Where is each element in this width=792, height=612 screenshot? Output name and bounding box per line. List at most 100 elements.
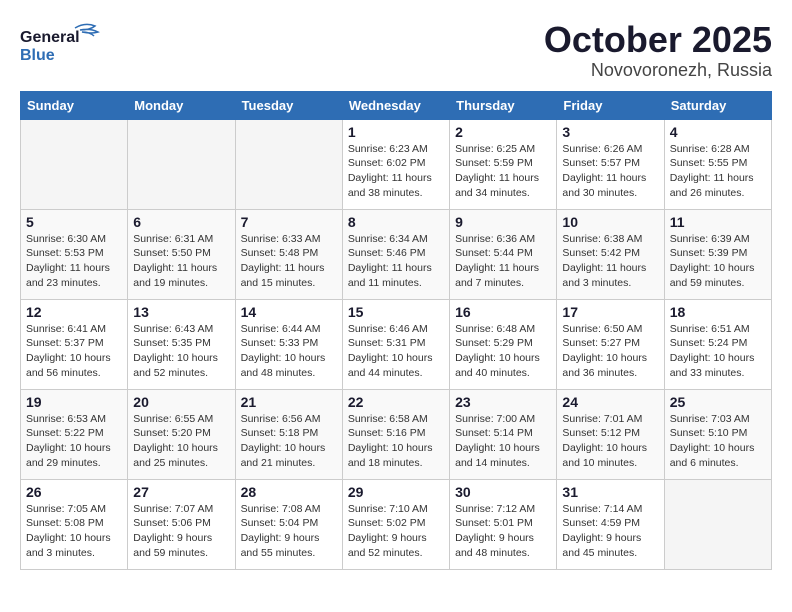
day-info: Sunrise: 6:44 AM Sunset: 5:33 PM Dayligh… <box>241 322 337 381</box>
calendar-cell: 26Sunrise: 7:05 AM Sunset: 5:08 PM Dayli… <box>21 479 128 569</box>
calendar-cell: 25 Sunrise: 7:03 AM Sunset: 5:10 PM Dayli… <box>664 389 771 479</box>
calendar-week-5: 26Sunrise: 7:05 AM Sunset: 5:08 PM Dayli… <box>21 479 772 569</box>
calendar-cell: 2 Sunrise: 6:25 AM Sunset: 5:59 PM Daylig… <box>450 119 557 209</box>
day-info: Sunrise: 7:00 AM Sunset: 5:14 PM Dayligh… <box>455 412 551 471</box>
calendar-cell: 6 Sunrise: 6:31 AM Sunset: 5:50 PM Daylig… <box>128 209 235 299</box>
day-number: 6 <box>133 214 229 230</box>
calendar-cell: 18 Sunrise: 6:51 AM Sunset: 5:24 PM Dayli… <box>664 299 771 389</box>
location-title: Novovoronezh, Russia <box>544 60 772 81</box>
day-info: Sunrise: 6:53 AM Sunset: 5:22 PM Dayligh… <box>26 412 122 471</box>
weekday-header-wednesday: Wednesday <box>342 91 449 119</box>
day-number: 10 <box>562 214 658 230</box>
day-number: 8 <box>348 214 444 230</box>
calendar-cell: 24 Sunrise: 7:01 AM Sunset: 5:12 PM Dayli… <box>557 389 664 479</box>
day-info: Sunrise: 6:50 AM Sunset: 5:27 PM Dayligh… <box>562 322 658 381</box>
calendar-cell: 21 Sunrise: 6:56 AM Sunset: 5:18 PM Dayli… <box>235 389 342 479</box>
day-info: Sunrise: 7:07 AM Sunset: 5:06 PM Dayligh… <box>133 502 229 561</box>
weekday-header-thursday: Thursday <box>450 91 557 119</box>
calendar-cell: 13 Sunrise: 6:43 AM Sunset: 5:35 PM Dayli… <box>128 299 235 389</box>
calendar-cell: 31Sunrise: 7:14 AM Sunset: 4:59 PM Dayli… <box>557 479 664 569</box>
calendar-week-2: 5 Sunrise: 6:30 AM Sunset: 5:53 PM Daylig… <box>21 209 772 299</box>
day-number: 31 <box>562 484 658 500</box>
day-number: 25 <box>670 394 766 410</box>
day-number: 26 <box>26 484 122 500</box>
logo-svg: General Blue <box>20 20 110 65</box>
day-info: Sunrise: 7:08 AM Sunset: 5:04 PM Dayligh… <box>241 502 337 561</box>
day-info: Sunrise: 6:39 AM Sunset: 5:39 PM Dayligh… <box>670 232 766 291</box>
day-info: Sunrise: 6:43 AM Sunset: 5:35 PM Dayligh… <box>133 322 229 381</box>
calendar-cell: 14 Sunrise: 6:44 AM Sunset: 5:33 PM Dayli… <box>235 299 342 389</box>
calendar-cell <box>664 479 771 569</box>
day-info: Sunrise: 6:31 AM Sunset: 5:50 PM Dayligh… <box>133 232 229 291</box>
page-header: General Blue October 2025 Novovoronezh, … <box>20 20 772 81</box>
day-number: 16 <box>455 304 551 320</box>
calendar-cell: 8Sunrise: 6:34 AM Sunset: 5:46 PM Daylig… <box>342 209 449 299</box>
day-info: Sunrise: 6:48 AM Sunset: 5:29 PM Dayligh… <box>455 322 551 381</box>
weekday-header-sunday: Sunday <box>21 91 128 119</box>
day-number: 18 <box>670 304 766 320</box>
calendar-cell: 28 Sunrise: 7:08 AM Sunset: 5:04 PM Dayli… <box>235 479 342 569</box>
calendar-cell: 20 Sunrise: 6:55 AM Sunset: 5:20 PM Dayli… <box>128 389 235 479</box>
calendar-cell <box>235 119 342 209</box>
calendar-table: SundayMondayTuesdayWednesdayThursdayFrid… <box>20 91 772 570</box>
day-info: Sunrise: 6:26 AM Sunset: 5:57 PM Dayligh… <box>562 142 658 201</box>
day-info: Sunrise: 6:38 AM Sunset: 5:42 PM Dayligh… <box>562 232 658 291</box>
day-number: 9 <box>455 214 551 230</box>
day-number: 1 <box>348 124 444 140</box>
day-number: 7 <box>241 214 337 230</box>
day-info: Sunrise: 6:56 AM Sunset: 5:18 PM Dayligh… <box>241 412 337 471</box>
day-info: Sunrise: 6:58 AM Sunset: 5:16 PM Dayligh… <box>348 412 444 471</box>
day-number: 23 <box>455 394 551 410</box>
calendar-cell <box>21 119 128 209</box>
day-number: 20 <box>133 394 229 410</box>
day-number: 29 <box>348 484 444 500</box>
day-number: 5 <box>26 214 122 230</box>
weekday-header-saturday: Saturday <box>664 91 771 119</box>
day-number: 21 <box>241 394 337 410</box>
svg-text:Blue: Blue <box>20 47 55 64</box>
calendar-cell: 7 Sunrise: 6:33 AM Sunset: 5:48 PM Daylig… <box>235 209 342 299</box>
day-info: Sunrise: 7:12 AM Sunset: 5:01 PM Dayligh… <box>455 502 551 561</box>
day-info: Sunrise: 6:23 AM Sunset: 6:02 PM Dayligh… <box>348 142 444 201</box>
day-number: 17 <box>562 304 658 320</box>
calendar-week-1: 1 Sunrise: 6:23 AM Sunset: 6:02 PM Daylig… <box>21 119 772 209</box>
day-number: 28 <box>241 484 337 500</box>
weekday-header-row: SundayMondayTuesdayWednesdayThursdayFrid… <box>21 91 772 119</box>
day-number: 4 <box>670 124 766 140</box>
day-info: Sunrise: 7:01 AM Sunset: 5:12 PM Dayligh… <box>562 412 658 471</box>
day-number: 27 <box>133 484 229 500</box>
calendar-cell: 4Sunrise: 6:28 AM Sunset: 5:55 PM Daylig… <box>664 119 771 209</box>
day-number: 15 <box>348 304 444 320</box>
day-number: 11 <box>670 214 766 230</box>
day-number: 24 <box>562 394 658 410</box>
calendar-cell: 9 Sunrise: 6:36 AM Sunset: 5:44 PM Daylig… <box>450 209 557 299</box>
day-info: Sunrise: 6:30 AM Sunset: 5:53 PM Dayligh… <box>26 232 122 291</box>
calendar-week-3: 12Sunrise: 6:41 AM Sunset: 5:37 PM Dayli… <box>21 299 772 389</box>
weekday-header-monday: Monday <box>128 91 235 119</box>
calendar-cell: 27 Sunrise: 7:07 AM Sunset: 5:06 PM Dayli… <box>128 479 235 569</box>
month-title: October 2025 <box>544 20 772 60</box>
calendar-cell: 23 Sunrise: 7:00 AM Sunset: 5:14 PM Dayli… <box>450 389 557 479</box>
day-info: Sunrise: 6:41 AM Sunset: 5:37 PM Dayligh… <box>26 322 122 381</box>
weekday-header-friday: Friday <box>557 91 664 119</box>
day-info: Sunrise: 6:55 AM Sunset: 5:20 PM Dayligh… <box>133 412 229 471</box>
day-number: 19 <box>26 394 122 410</box>
day-number: 3 <box>562 124 658 140</box>
calendar-cell: 5 Sunrise: 6:30 AM Sunset: 5:53 PM Daylig… <box>21 209 128 299</box>
calendar-cell: 10 Sunrise: 6:38 AM Sunset: 5:42 PM Dayli… <box>557 209 664 299</box>
day-number: 14 <box>241 304 337 320</box>
day-info: Sunrise: 6:25 AM Sunset: 5:59 PM Dayligh… <box>455 142 551 201</box>
weekday-header-tuesday: Tuesday <box>235 91 342 119</box>
logo: General Blue <box>20 20 110 65</box>
day-info: Sunrise: 7:03 AM Sunset: 5:10 PM Dayligh… <box>670 412 766 471</box>
day-info: Sunrise: 6:33 AM Sunset: 5:48 PM Dayligh… <box>241 232 337 291</box>
day-info: Sunrise: 6:36 AM Sunset: 5:44 PM Dayligh… <box>455 232 551 291</box>
calendar-week-4: 19 Sunrise: 6:53 AM Sunset: 5:22 PM Dayli… <box>21 389 772 479</box>
title-block: October 2025 Novovoronezh, Russia <box>544 20 772 81</box>
day-number: 13 <box>133 304 229 320</box>
calendar-cell: 29Sunrise: 7:10 AM Sunset: 5:02 PM Dayli… <box>342 479 449 569</box>
day-info: Sunrise: 6:51 AM Sunset: 5:24 PM Dayligh… <box>670 322 766 381</box>
calendar-cell: 17 Sunrise: 6:50 AM Sunset: 5:27 PM Dayli… <box>557 299 664 389</box>
day-number: 2 <box>455 124 551 140</box>
calendar-cell: 15Sunrise: 6:46 AM Sunset: 5:31 PM Dayli… <box>342 299 449 389</box>
